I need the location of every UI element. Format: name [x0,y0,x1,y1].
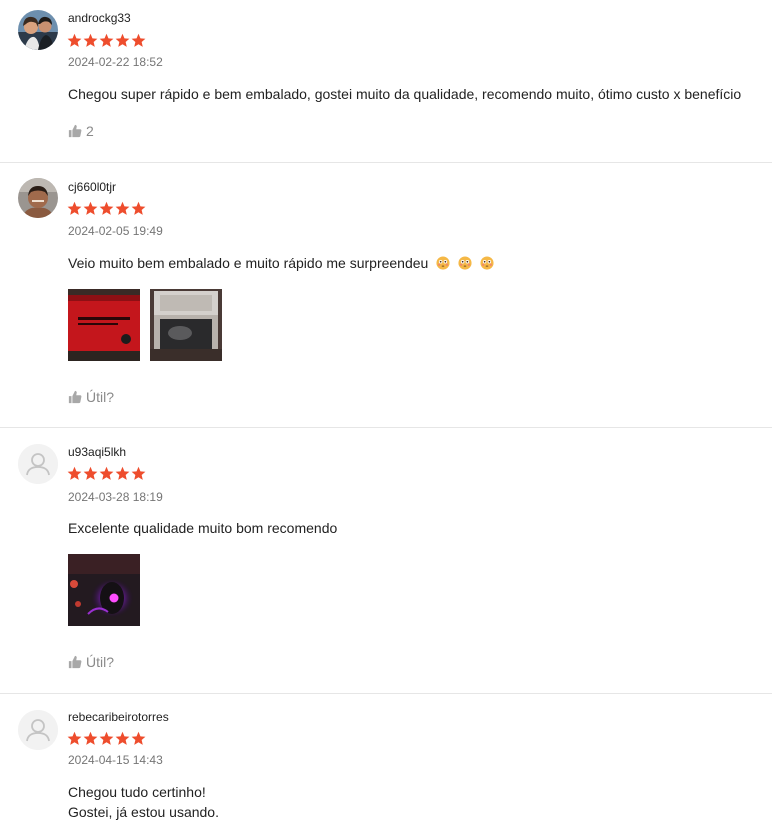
star-icon [83,33,98,47]
star-icon [99,33,114,47]
user-photo-icon [18,178,58,218]
star-icon [131,466,146,480]
user-photo-icon [18,10,58,50]
review-date: 2024-02-05 19:49 [68,224,163,238]
review-username: u93aqi5lkh [68,445,127,459]
review-comment: Chegou tudo certinho! Gostei, já estou u… [68,782,219,822]
star-rating [67,731,146,746]
star-icon [115,731,130,745]
avatar[interactable] [18,178,58,218]
avatar[interactable] [18,710,58,750]
star-icon [131,201,146,215]
star-icon [131,33,146,47]
review-photo-opened-box[interactable] [150,289,222,361]
review-item: rebecaribeirotorres 2024-04-15 14:43 Che… [0,694,772,834]
star-icon [67,731,82,745]
review-comment-line: Chegou tudo certinho! [68,784,206,800]
review-date: 2024-02-22 18:52 [68,55,163,69]
star-icon [83,466,98,480]
opened-box-mousepad-photo-icon [150,289,222,361]
review-date: 2024-03-28 18:19 [68,490,163,504]
flushed-face-emoji-icon [480,256,494,270]
review-username: cj660l0tjr [68,180,117,194]
purple-lit-mouse-photo-icon [68,554,140,626]
default-user-icon [18,710,58,750]
avatar[interactable] [18,444,58,484]
star-icon [83,201,98,215]
like-label: Útil? [86,389,115,405]
review-username: rebecaribeirotorres [68,710,169,724]
star-icon [99,466,114,480]
star-icon [115,201,130,215]
like-label: Útil? [86,654,115,670]
star-icon [115,33,130,47]
star-icon [131,731,146,745]
review-photo-red-box[interactable] [68,289,140,361]
star-icon [67,201,82,215]
flushed-face-emoji-icon [458,256,472,270]
like-button[interactable]: Útil? [68,654,114,670]
star-icon [67,33,82,47]
review-username: androckg33 [68,11,131,25]
star-rating [67,466,146,481]
thumbs-up-icon [68,390,82,404]
like-button[interactable]: Útil? [68,389,114,405]
star-rating [67,201,146,216]
like-count: 2 [86,123,94,139]
review-comment: Chegou super rápido e bem embalado, gost… [68,84,741,104]
star-icon [115,466,130,480]
review-comment-line: Gostei, já estou usando. [68,804,219,820]
star-icon [99,731,114,745]
star-icon [99,201,114,215]
thumbs-up-icon [68,655,82,669]
red-product-box-photo-icon [68,289,140,361]
thumbs-up-icon [68,124,82,138]
review-comment-line: Veio muito bem embalado e muito rápido m… [68,255,429,271]
review-date: 2024-04-15 14:43 [68,753,163,767]
review-item: u93aqi5lkh 2024-03-28 18:19 Excelente qu… [0,428,772,693]
avatar[interactable] [18,10,58,50]
review-comment-line: Chegou super rápido e bem embalado, gost… [68,86,742,102]
star-icon [67,466,82,480]
flushed-face-emoji-icon [436,256,450,270]
review-comment-line: Excelente qualidade muito bom recomendo [68,520,338,536]
review-comment: Veio muito bem embalado e muito rápido m… [68,253,494,273]
star-icon [83,731,98,745]
review-item: androckg33 2024-02-22 18:52 Chegou super… [0,0,772,162]
default-user-icon [18,444,58,484]
review-comment: Excelente qualidade muito bom recomendo [68,518,337,538]
like-button[interactable]: 2 [68,123,94,139]
review-item: cj660l0tjr 2024-02-05 19:49 Veio muito b… [0,163,772,427]
review-photo-mouse[interactable] [68,554,140,626]
star-rating [67,33,146,48]
